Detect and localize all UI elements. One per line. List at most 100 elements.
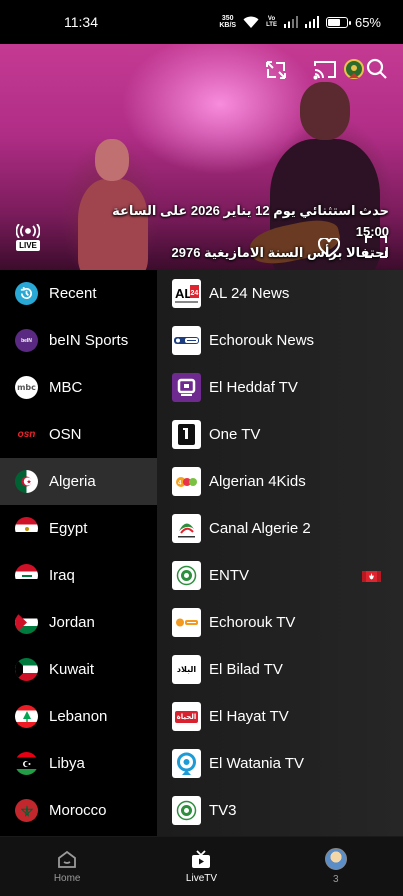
switch-source-button[interactable] [262,58,290,82]
live-indicator: LIVE [14,224,42,251]
kuwait-flag-icon [15,658,38,681]
nav-home[interactable]: Home [0,837,134,896]
channel-item-el-watania[interactable]: El Watania TV [157,740,403,787]
libya-flag-icon [15,752,38,775]
el-bilad-logo: البلاد [172,655,201,684]
el-watania-logo [172,749,201,778]
el-heddaf-logo [172,373,201,402]
ticker-line-2: احتفالا برأس السنة الامازيغية 2976 [171,245,390,260]
home-icon [58,850,77,868]
channel-item-one-tv[interactable]: One TV [157,411,403,458]
channel-item-echorouk-news[interactable]: Echorouk News [157,317,403,364]
category-algeria[interactable]: Algeria [0,458,157,505]
video-player[interactable]: LIVE حدث استثنائي يوم 12 يناير 2026 على … [0,44,403,270]
nav-profile[interactable]: 3 [269,837,403,896]
tv3-logo [172,796,201,825]
channel-item-algerian-4kids[interactable]: 4 Algerian 4Kids [157,458,403,505]
channel-label: One TV [209,426,261,443]
signal-icon-2 [304,16,319,28]
algerian-4kids-logo: 4 [172,467,201,496]
category-libya[interactable]: Libya [0,740,157,787]
category-mbc[interactable]: mbc MBC [0,364,157,411]
channel-label: TV3 [209,802,237,819]
category-jordan[interactable]: Jordan [0,599,157,646]
channel-item-canal-algerie[interactable]: Canal Algerie 2 [157,505,403,552]
category-osn[interactable]: osn OSN [0,411,157,458]
channel-item-el-hayat[interactable]: الحياة El Hayat TV [157,693,403,740]
avatar [324,848,347,870]
fullscreen-button[interactable] [364,235,388,259]
category-label: Algeria [49,473,96,490]
category-morocco[interactable]: Morocco [0,787,157,834]
egypt-flag-icon [15,517,38,540]
category-label: Morocco [49,802,107,819]
channel-label: AL 24 News [209,285,290,302]
nav-profile-label: 3 [333,874,339,885]
entv-logo [172,561,201,590]
category-label: Lebanon [49,708,108,725]
search-button[interactable] [364,56,390,82]
el-bilad-logo-text: البلاد [176,665,197,674]
category-kuwait[interactable]: Kuwait [0,646,157,693]
wifi-icon [243,16,259,28]
jordan-flag-icon [15,611,38,634]
video-frame-singer-head [300,82,350,140]
category-label: OSN [49,426,82,443]
mbc-icon: mbc [15,376,38,399]
nav-home-label: Home [53,872,81,884]
nav-livetv[interactable]: LiveTV [134,837,268,896]
volte-bottom: LTE [266,22,277,28]
channel-label: Canal Algerie 2 [209,520,311,537]
channel-emblem-icon [344,59,364,79]
el-hayat-logo: الحياة [172,702,201,731]
net-speed-value: 350 [221,15,234,22]
bein-sports-icon: beIN [15,329,38,352]
category-label: Libya [49,755,85,772]
fullscreen-icon [365,236,387,258]
signal-icon [283,16,298,28]
ticker-line-1: حدث استثنائي يوم 12 يناير 2026 على الساع… [112,203,389,239]
category-lebanon[interactable]: Lebanon [0,693,157,740]
volte-indicator: Vo LTE [266,16,277,28]
echorouk-tv-logo [172,608,201,637]
bottom-navigation: Home LiveTV 3 [0,836,403,896]
iraq-flag-icon [15,564,38,587]
echorouk-news-logo [172,326,201,355]
channel-item-al24-news[interactable]: AL 24 AL 24 News [157,270,403,317]
channel-item-tv3[interactable]: TV3 [157,787,403,834]
heart-icon [318,238,340,258]
battery-icon [325,16,351,28]
search-icon [366,58,387,79]
al24-news-logo: AL 24 [172,279,201,308]
cast-icon [313,61,336,80]
status-time: 11:34 [64,14,98,30]
cast-button[interactable] [312,58,338,82]
category-bein-sports[interactable]: beIN beIN Sports [0,317,157,364]
el-hayat-logo-text: الحياة [174,710,199,723]
channel-item-el-heddaf[interactable]: El Heddaf TV [157,364,403,411]
favorite-button[interactable] [316,236,342,260]
one-tv-logo [172,420,201,449]
algeria-flag-icon [15,470,38,493]
category-label: Kuwait [49,661,95,678]
category-label: Jordan [49,614,95,631]
svg-text:24: 24 [191,290,199,297]
channel-label: El Watania TV [209,755,305,772]
network-speed: 350 KB/S [219,15,236,29]
category-egypt[interactable]: Egypt [0,505,157,552]
category-recent[interactable]: Recent [0,270,157,317]
channel-emblem [342,57,366,83]
recent-icon [15,282,38,305]
category-sidebar: Recent beIN beIN Sports mbc MBC osn OSN … [0,270,157,836]
canal-algerie-logo [172,514,201,543]
channel-item-el-bilad[interactable]: البلاد El Bilad TV [157,646,403,693]
net-speed-unit: KB/S [219,22,237,29]
channel-item-entv[interactable]: ENTV [157,552,403,599]
battery-percent: 65% [354,14,381,30]
battery-fill [327,18,340,26]
category-label: beIN Sports [49,332,129,349]
live-label: LIVE [16,240,40,251]
category-label: Egypt [49,520,88,537]
category-iraq[interactable]: Iraq [0,552,157,599]
channel-item-echorouk-tv[interactable]: Echorouk TV [157,599,403,646]
